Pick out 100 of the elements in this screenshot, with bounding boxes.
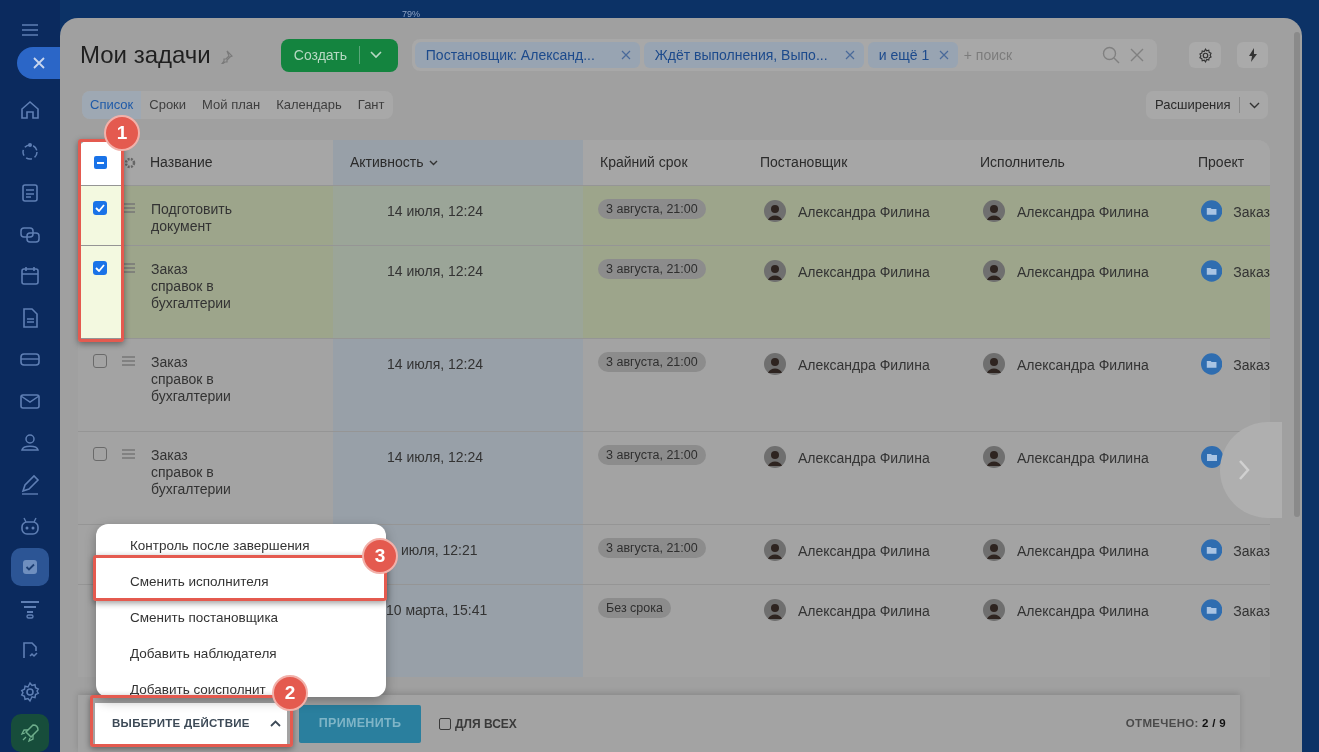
row-checkbox[interactable] (93, 354, 107, 368)
person-name[interactable]: Александра Филина (1017, 355, 1149, 376)
filter-chip[interactable]: Ждёт выполнения, Выпо... (643, 42, 864, 68)
activity-date: 14 июля, 12:24 (387, 203, 484, 219)
view-tab[interactable]: Гант (349, 91, 393, 119)
avatar-icon (983, 446, 1005, 468)
project-name[interactable]: Заказ (1233, 541, 1270, 562)
person-name[interactable]: Александра Филина (798, 202, 930, 223)
caret-up-icon (269, 720, 281, 727)
sidebar-item[interactable] (11, 548, 49, 586)
newspaper-icon (19, 182, 41, 205)
task-title[interactable]: Заказ справок в бухгалтерии (151, 261, 231, 312)
menu-item[interactable]: Добавить соисполнит (130, 682, 266, 698)
column-header[interactable]: Исполнитель (980, 154, 1065, 170)
person-name[interactable]: Александра Филина (1017, 202, 1149, 223)
selected-count: ОТМЕЧЕНО: 2 / 9 (1125, 715, 1226, 731)
rocket-icon (19, 722, 41, 745)
filter-chip[interactable]: Постановщик: Александ... (414, 42, 640, 68)
column-header[interactable]: Постановщик (760, 154, 848, 170)
person-name[interactable]: Александра Филина (798, 355, 930, 376)
menu-item[interactable]: Добавить наблюдателя (130, 646, 277, 662)
avatar-icon (764, 446, 786, 468)
chevron-down-icon[interactable] (370, 51, 382, 59)
sidebar-item[interactable] (11, 714, 49, 752)
task-title[interactable]: Подготовить документ (151, 201, 231, 235)
settings-button[interactable] (1189, 42, 1221, 68)
activity-date: 10 марта, 15:41 (386, 602, 488, 618)
folder-icon (1201, 539, 1223, 561)
avatar-icon (983, 260, 1005, 282)
battery-percentage: 79% (402, 8, 420, 21)
create-button[interactable]: Создать (280, 38, 398, 72)
person-name[interactable]: Александра Филина (1017, 601, 1149, 622)
for-all-checkbox[interactable]: ДЛЯ ВСЕХ (439, 714, 517, 733)
task-title[interactable]: Заказ справок в бухгалтерии (151, 447, 231, 498)
project-name[interactable]: Заказ (1233, 262, 1270, 283)
person-name[interactable]: Александра Филина (1017, 262, 1149, 283)
scrollbar[interactable] (1294, 32, 1300, 517)
page-title: Мои задачи (80, 40, 211, 70)
view-tab[interactable]: Сроки (141, 91, 195, 119)
folder-icon (1201, 446, 1223, 468)
select-all-checkbox[interactable] (93, 156, 107, 169)
avatar-icon (764, 599, 786, 621)
folder-icon (1201, 599, 1223, 621)
project-name[interactable]: Заказ (1233, 355, 1270, 376)
row-checkbox[interactable] (93, 447, 107, 461)
project-name[interactable]: Заказ (1233, 202, 1270, 223)
extensions-button[interactable]: Расширения (1146, 91, 1268, 119)
person-name[interactable]: Александра Филина (798, 541, 930, 562)
view-tab[interactable]: Список (82, 91, 142, 119)
settings-icon[interactable] (124, 156, 136, 169)
person-name[interactable]: Александра Филина (798, 262, 930, 283)
person-name[interactable]: Александра Филина (798, 448, 930, 469)
avatar-icon (764, 539, 786, 561)
avatar-icon (764, 260, 786, 282)
chevron-right-icon (1238, 459, 1250, 481)
deadline-badge: 3 августа, 21:00 (598, 259, 706, 279)
drag-handle-icon[interactable] (122, 203, 135, 213)
remove-icon[interactable] (620, 50, 631, 60)
remove-icon[interactable] (938, 50, 949, 60)
row-checkbox[interactable] (93, 201, 107, 215)
pen-icon (19, 472, 41, 495)
drag-handle-icon[interactable] (122, 263, 135, 273)
view-tab[interactable]: Календарь (268, 91, 350, 119)
search-icon[interactable] (1101, 46, 1120, 64)
folder-icon (1201, 200, 1223, 222)
close-button[interactable] (17, 46, 60, 80)
person-name[interactable]: Александра Филина (1017, 541, 1149, 562)
folder-icon (1201, 353, 1223, 375)
avatar-icon (764, 353, 786, 375)
deadline-badge: 3 августа, 21:00 (598, 199, 706, 219)
remove-icon[interactable] (844, 50, 855, 60)
action-select[interactable]: ВЫБЕРИТЕ ДЕЙСТВИЕ (95, 702, 287, 745)
chevron-down-icon (1248, 101, 1260, 109)
activity-date: 14 июля, 12:24 (387, 263, 484, 279)
view-tab[interactable]: Мой план (194, 91, 269, 119)
calendar-icon (19, 265, 41, 288)
pin-icon[interactable] (218, 50, 233, 64)
drag-handle-icon[interactable] (122, 356, 135, 366)
bolt-button[interactable] (1237, 42, 1268, 68)
person-name[interactable]: Александра Филина (1017, 448, 1149, 469)
task-title[interactable]: Заказ справок в бухгалтерии (151, 354, 231, 405)
menu-item[interactable]: Сменить исполнителя (130, 574, 269, 590)
avatar-icon (983, 200, 1005, 222)
sort-caret-icon[interactable] (428, 159, 438, 166)
column-header[interactable]: Активность (350, 152, 424, 173)
person-name[interactable]: Александра Филина (798, 601, 930, 622)
column-header[interactable]: Крайний срок (600, 154, 688, 170)
project-name[interactable]: Заказ (1233, 601, 1270, 622)
people-icon (19, 431, 41, 454)
menu-item[interactable]: Сменить постановщика (130, 610, 279, 626)
clear-icon[interactable] (1129, 48, 1144, 62)
column-header[interactable]: Проект (1198, 154, 1245, 170)
column-header[interactable]: Название (150, 154, 213, 170)
row-checkbox[interactable] (93, 261, 107, 275)
deadline-badge: Без срока (598, 598, 671, 618)
activity-date: 14 июля, 12:24 (387, 356, 484, 372)
deadline-badge: 3 августа, 21:00 (598, 445, 706, 465)
menu-item[interactable]: Контроль после завершения (130, 538, 310, 554)
filter-chip[interactable]: и ещё 1 (867, 42, 958, 68)
drag-handle-icon[interactable] (122, 449, 135, 459)
